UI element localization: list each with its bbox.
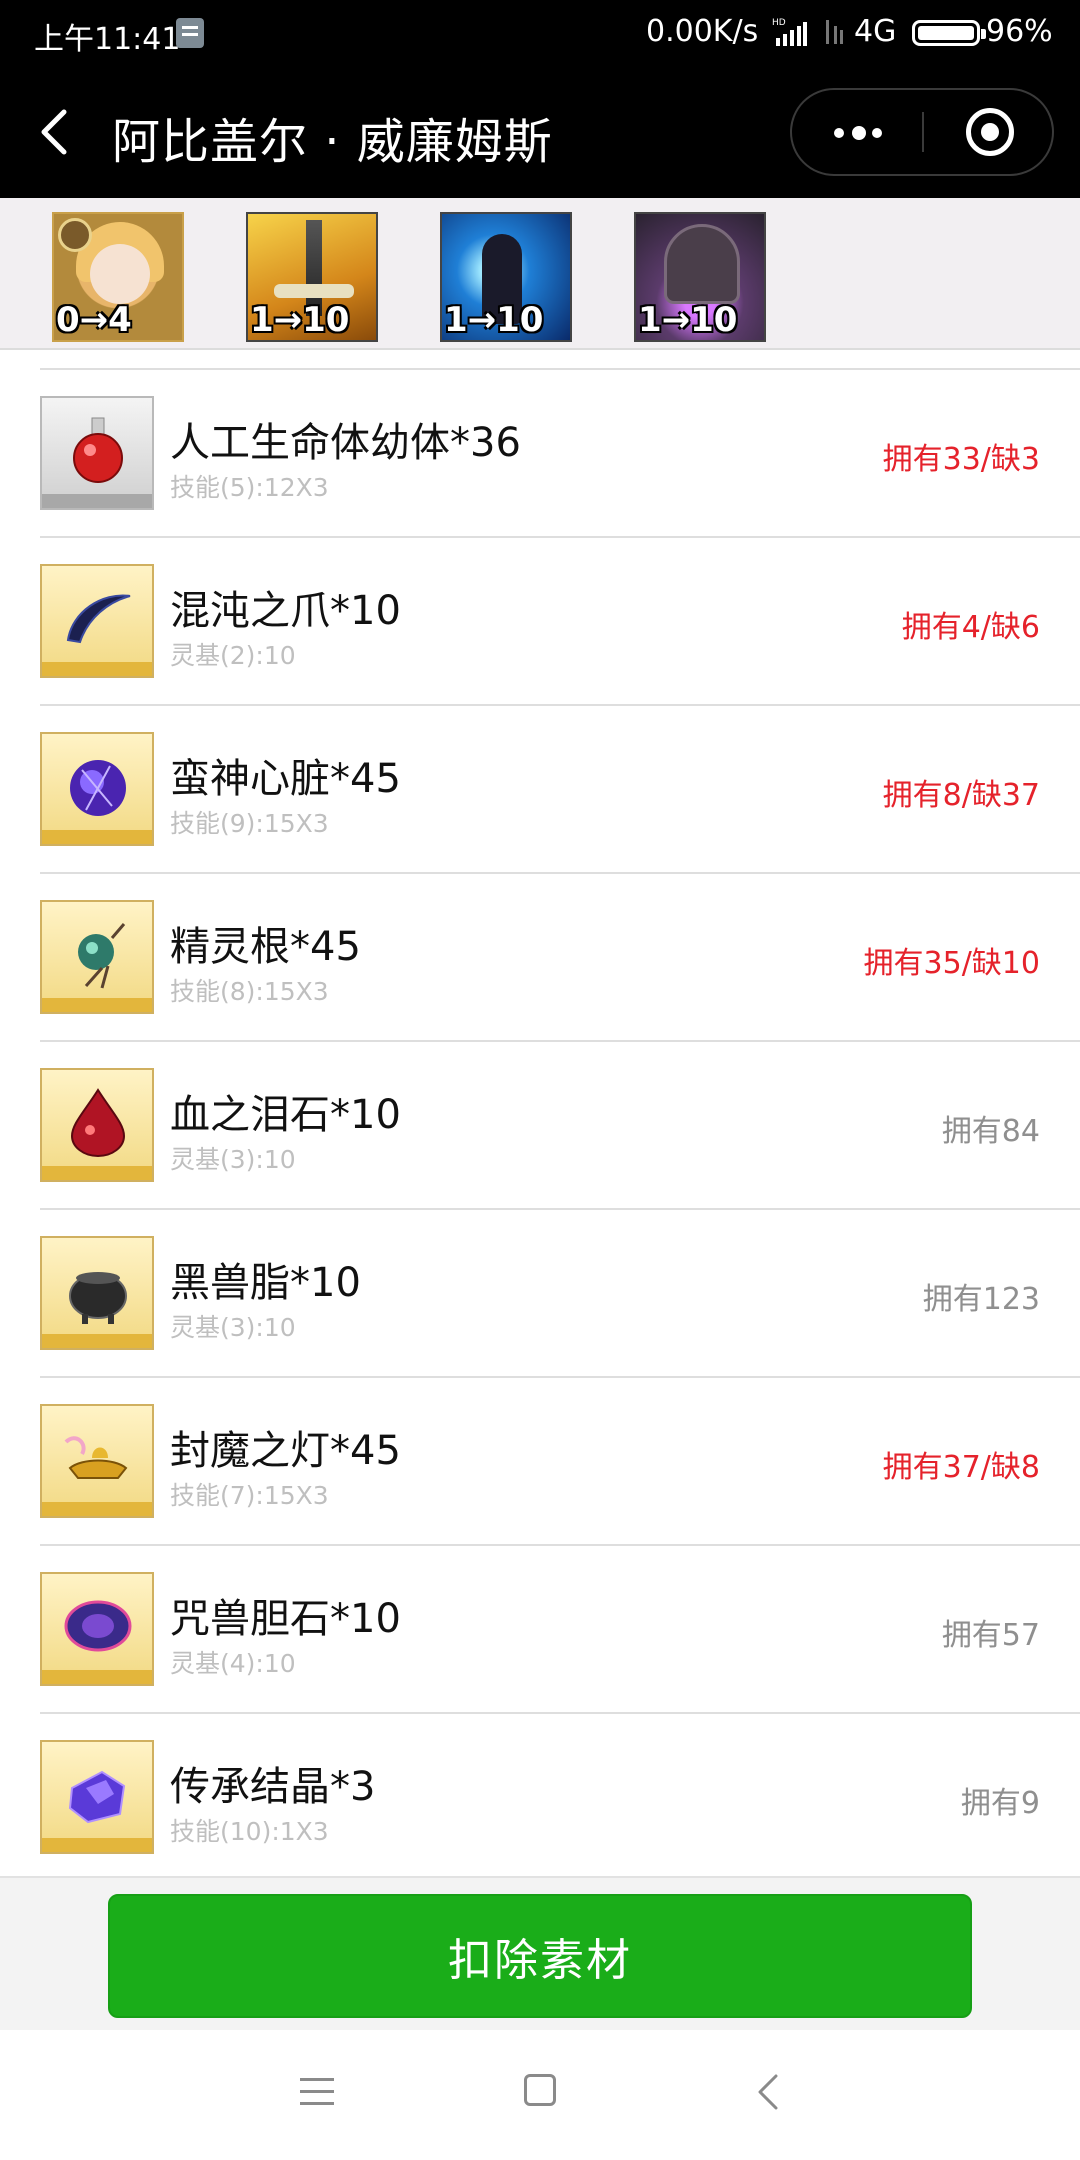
black-beast-grease-icon xyxy=(40,1236,154,1350)
message-notification-icon xyxy=(176,18,204,48)
action-footer: 扣除素材 xyxy=(0,1876,1080,2030)
cursed-beast-gallstone-icon xyxy=(40,1572,154,1686)
list-item[interactable]: 咒兽胆石*10 灵基(4):10 拥有57 xyxy=(0,1544,1080,1710)
material-usage: 技能(9):15X3 xyxy=(170,809,329,838)
material-usage: 灵基(2):10 xyxy=(170,641,296,670)
material-name: 封魔之灯*45 xyxy=(170,1428,401,1474)
system-nav-bar xyxy=(0,2030,1080,2160)
material-stock-status: 拥有37/缺8 xyxy=(882,1450,1040,1485)
svg-text:HD: HD xyxy=(772,18,786,28)
back-icon[interactable] xyxy=(756,2074,780,2110)
skill-1-level-label: 1→10 xyxy=(250,300,350,340)
more-dots-icon[interactable] xyxy=(792,90,922,174)
list-item[interactable]: 混沌之爪*10 灵基(2):10 拥有4/缺6 xyxy=(0,536,1080,702)
heart-of-foreign-god-icon xyxy=(40,732,154,846)
crystal-of-lore-icon xyxy=(40,1740,154,1854)
data-activity-icon xyxy=(826,20,843,44)
skill-3-hooded-icon[interactable]: 1→10 xyxy=(634,212,766,342)
list-item[interactable]: 蛮神心脏*45 技能(9):15X3 拥有8/缺37 xyxy=(0,704,1080,870)
skill-1-sword-icon[interactable]: 1→10 xyxy=(246,212,378,342)
material-usage: 灵基(3):10 xyxy=(170,1313,296,1342)
page-title: 阿比盖尔 · 威廉姆斯 xyxy=(112,114,553,170)
list-item[interactable]: 人工生命体幼体*36 技能(5):12X3 拥有33/缺3 xyxy=(0,368,1080,534)
material-stock-status: 拥有35/缺10 xyxy=(863,946,1040,981)
material-name: 蛮神心脏*45 xyxy=(170,756,401,802)
battery-percent: 96% xyxy=(986,14,1053,49)
list-item[interactable]: 精灵根*45 技能(8):15X3 拥有35/缺10 xyxy=(0,872,1080,1038)
chaos-claw-icon xyxy=(40,564,154,678)
material-stock-status: 拥有9 xyxy=(960,1786,1040,1821)
material-usage: 技能(5):12X3 xyxy=(170,473,329,502)
material-usage: 技能(10):1X3 xyxy=(170,1817,329,1846)
material-stock-status: 拥有123 xyxy=(922,1282,1040,1317)
status-network-type: 4G xyxy=(854,14,897,49)
list-item[interactable]: 血之泪石*10 灵基(3):10 拥有84 xyxy=(0,1040,1080,1206)
chevron-left-icon[interactable] xyxy=(34,108,74,156)
material-stock-status: 拥有33/缺3 xyxy=(882,442,1040,477)
skill-2-lightning-icon[interactable]: 1→10 xyxy=(440,212,572,342)
homunculus-flask-icon xyxy=(40,396,154,510)
ascension-level-label: 0→4 xyxy=(56,300,132,340)
material-name: 混沌之爪*10 xyxy=(170,588,401,634)
material-usage: 灵基(3):10 xyxy=(170,1145,296,1174)
status-time: 上午11:41 xyxy=(34,22,181,57)
home-icon[interactable] xyxy=(524,2074,556,2106)
material-stock-status: 拥有84 xyxy=(941,1114,1040,1149)
nav-bar: 阿比盖尔 · 威廉姆斯 xyxy=(0,66,1080,198)
blood-tear-stone-icon xyxy=(40,1068,154,1182)
material-name: 人工生命体幼体*36 xyxy=(170,420,521,466)
status-bar: 上午11:41 0.00K/s HD 4G 96% xyxy=(0,0,1080,66)
material-name: 精灵根*45 xyxy=(170,924,361,970)
target-close-icon[interactable] xyxy=(924,90,1054,174)
battery-icon xyxy=(912,20,986,46)
material-usage: 技能(8):15X3 xyxy=(170,977,329,1006)
list-item[interactable]: 封魔之灯*45 技能(7):15X3 拥有37/缺8 xyxy=(0,1376,1080,1542)
material-name: 咒兽胆石*10 xyxy=(170,1596,401,1642)
status-net-speed: 0.00K/s xyxy=(646,14,759,49)
material-stock-status: 拥有57 xyxy=(941,1618,1040,1653)
miniprogram-capsule xyxy=(790,88,1054,176)
material-name: 黑兽脂*10 xyxy=(170,1260,361,1306)
material-usage: 灵基(4):10 xyxy=(170,1649,296,1678)
list-item[interactable]: 传承结晶*3 技能(10):1X3 拥有9 xyxy=(0,1712,1080,1878)
material-usage: 技能(7):15X3 xyxy=(170,1481,329,1510)
signal-strength-icon: HD xyxy=(772,18,807,46)
skill-3-level-label: 1→10 xyxy=(638,300,738,340)
list-item[interactable]: 黑兽脂*10 灵基(3):10 拥有123 xyxy=(0,1208,1080,1374)
servant-portrait-icon[interactable]: 0→4 xyxy=(52,212,184,342)
material-name: 传承结晶*3 xyxy=(170,1764,376,1810)
material-stock-status: 拥有4/缺6 xyxy=(901,610,1040,645)
material-name: 血之泪石*10 xyxy=(170,1092,401,1138)
spirit-root-icon xyxy=(40,900,154,1014)
material-stock-status: 拥有8/缺37 xyxy=(882,778,1040,813)
magic-lamp-icon xyxy=(40,1404,154,1518)
deduct-materials-button[interactable]: 扣除素材 xyxy=(108,1894,972,2018)
upgrade-target-strip: 0→4 1→10 1→10 1→10 xyxy=(0,198,1080,350)
skill-2-level-label: 1→10 xyxy=(444,300,544,340)
menu-icon[interactable] xyxy=(300,2078,334,2106)
